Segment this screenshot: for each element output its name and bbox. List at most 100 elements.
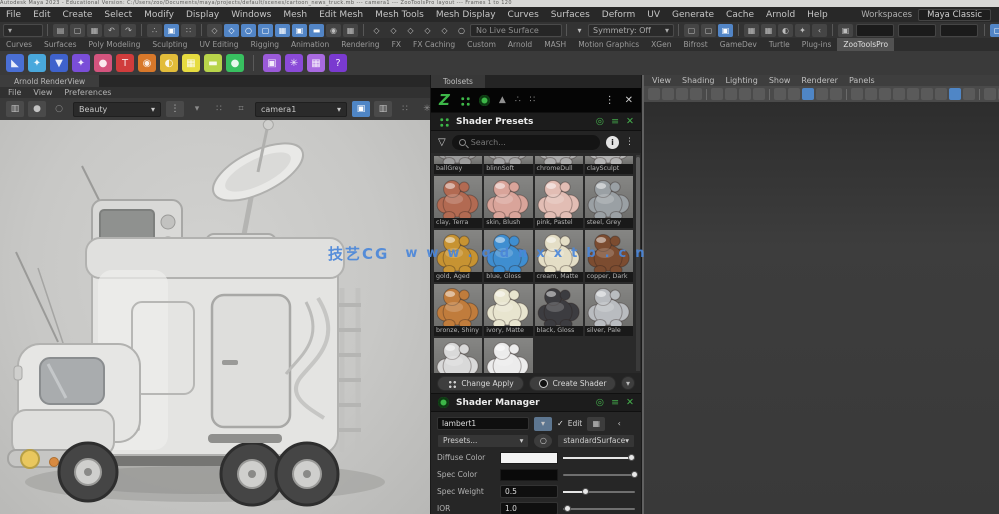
shelf-tab-gamedev[interactable]: GameDev (714, 38, 763, 51)
menubar-item-display[interactable]: Display (180, 10, 225, 20)
close-toolset-icon[interactable] (626, 116, 634, 127)
selection-mask-2[interactable] (241, 23, 256, 37)
shader-preset-thumbnail[interactable] (584, 230, 633, 272)
viewport-menu-panels[interactable]: Panels (849, 76, 875, 85)
shader-preset-item-black-gloss[interactable]: black, Gloss (534, 284, 583, 336)
scrollbar-handle[interactable] (636, 157, 640, 253)
menubar-item-help[interactable]: Help (801, 10, 834, 20)
snapshot-icon[interactable] (6, 101, 24, 117)
shelf-tab-uv-editing[interactable]: UV Editing (193, 38, 244, 51)
modeling-group-icon[interactable] (499, 95, 506, 105)
spec-weight-slider[interactable] (563, 487, 635, 495)
render-current-frame-button[interactable] (701, 23, 716, 37)
shader-preset-item-cream-matte[interactable]: cream, Matte (534, 230, 583, 282)
shader-preset-thumbnail[interactable] (434, 284, 483, 326)
menubar-item-mesh-display[interactable]: Mesh Display (430, 10, 502, 20)
browser-scrollbar[interactable] (636, 155, 640, 371)
viewport-menu-view[interactable]: View (652, 76, 671, 85)
undo-button[interactable] (104, 23, 119, 37)
viewport-display-icon[interactable] (774, 88, 786, 100)
zoo-shelf-tool-icon[interactable] (182, 54, 200, 72)
viewport-display-icon[interactable] (830, 88, 842, 100)
shader-preset-item-gold-aged[interactable]: gold, Aged (434, 230, 483, 282)
browser-options-icon[interactable] (625, 137, 634, 147)
info-icon[interactable] (606, 135, 619, 149)
shader-preset-item-white-matte[interactable]: white, Matte (484, 338, 533, 373)
zoo-shelf-tool-icon[interactable] (160, 54, 178, 72)
shader-preset-item-bronze-shiny[interactable]: bronze, Shiny (434, 284, 483, 336)
region-crop-icon[interactable] (232, 101, 250, 117)
viewport-display-icon[interactable] (648, 88, 660, 100)
pause-icon[interactable] (812, 23, 827, 37)
change-apply-button[interactable]: Change Apply (437, 375, 524, 391)
shader-list-dropdown[interactable] (534, 416, 552, 431)
shelf-tab-surfaces[interactable]: Surfaces (38, 38, 82, 51)
select-component-mode-button[interactable] (181, 23, 196, 37)
select-hierarchy-button[interactable] (147, 23, 162, 37)
shelf-tab-animation[interactable]: Animation (285, 38, 335, 51)
zoo-shelf-tool-icon[interactable] (94, 54, 112, 72)
menubar-item-surfaces[interactable]: Surfaces (545, 10, 596, 20)
selection-mode-dropdown[interactable] (3, 23, 43, 37)
viewport-display-icon[interactable] (935, 88, 947, 100)
shader-presets-group-icon[interactable] (458, 94, 470, 106)
select-object-mode-button[interactable] (164, 23, 179, 37)
toolsets-tab[interactable]: Toolsets (431, 75, 485, 88)
menubar-item-mesh-tools[interactable]: Mesh Tools (369, 10, 430, 20)
window-menu-icon[interactable] (605, 95, 615, 106)
search-input[interactable]: Search... (451, 134, 600, 150)
close-toolset-icon[interactable] (626, 397, 634, 408)
menubar-item-curves[interactable]: Curves (502, 10, 545, 20)
snap-curve-icon[interactable] (386, 24, 401, 37)
record-render-icon[interactable] (28, 101, 46, 117)
ior-slider[interactable] (563, 504, 635, 512)
viewport-display-icon[interactable] (711, 88, 723, 100)
snap-projected-icon[interactable] (420, 24, 435, 37)
snap-view-plane-icon[interactable] (437, 24, 452, 37)
redo-button[interactable] (121, 23, 136, 37)
more-options-button[interactable] (621, 376, 635, 390)
shader-preset-thumbnail[interactable] (534, 284, 583, 326)
shader-preset-thumbnail[interactable] (584, 156, 633, 164)
light-editor-button[interactable] (778, 23, 793, 37)
spec-weight-field[interactable]: 0.5 (500, 485, 558, 498)
symmetry-dropdown[interactable]: Symmetry: Off (588, 23, 674, 37)
render-view-button[interactable] (684, 23, 699, 37)
zoo-shelf-window-icon[interactable] (307, 54, 325, 72)
menubar-item-cache[interactable]: Cache (720, 10, 760, 20)
shelf-tab-curves[interactable]: Curves (0, 38, 38, 51)
workspace-dropdown[interactable]: Maya Classic (918, 8, 991, 21)
menubar-item-create[interactable]: Create (57, 10, 99, 20)
menubar-item-arnold[interactable]: Arnold (760, 10, 801, 20)
chevron-down-icon[interactable] (188, 101, 206, 117)
render-view-menu-view[interactable]: View (33, 88, 52, 97)
shelf-tab-turtle[interactable]: Turtle (763, 38, 796, 51)
render-view-menu-file[interactable]: File (8, 88, 21, 97)
selection-mask-4[interactable] (275, 23, 290, 37)
shelf-tab-zootoolspro[interactable]: ZooToolsPro (837, 38, 895, 51)
snap-to-grid-button[interactable] (207, 23, 222, 37)
filter-icon[interactable] (438, 137, 446, 148)
shader-preset-thumbnail[interactable] (484, 338, 533, 373)
shader-preset-thumbnail[interactable] (534, 230, 583, 272)
shader-preset-item-clay-terra[interactable]: clay, Terra (434, 176, 483, 228)
zoo-shelf-tool-icon[interactable] (226, 54, 244, 72)
selection-mask-5[interactable] (292, 23, 307, 37)
shader-preset-item-ivory-matte[interactable]: ivory, Matte (484, 284, 533, 336)
camera-dropdown[interactable]: camera1 (255, 101, 347, 117)
zoo-shelf-window-icon[interactable] (263, 54, 281, 72)
chevron-down-icon[interactable] (572, 24, 587, 37)
selection-mask-1[interactable] (224, 23, 239, 37)
viewport-menu-renderer[interactable]: Renderer (801, 76, 838, 85)
shader-name-field[interactable]: lambert1 (437, 417, 529, 430)
shader-preset-item-chrome-white[interactable]: chrome, White (434, 338, 483, 373)
diffuse-color-swatch[interactable] (500, 451, 558, 464)
rendered-image-canvas[interactable] (0, 120, 430, 514)
pin-toolset-icon[interactable] (596, 116, 604, 127)
menubar-item-deform[interactable]: Deform (596, 10, 641, 20)
shader-preset-item-claysculpt[interactable]: claySculpt (584, 156, 633, 174)
save-scene-button[interactable] (87, 23, 102, 37)
shader-preset-thumbnail[interactable] (484, 230, 533, 272)
lock-selection-button[interactable] (326, 23, 341, 37)
extras-group-icon[interactable] (530, 95, 536, 105)
